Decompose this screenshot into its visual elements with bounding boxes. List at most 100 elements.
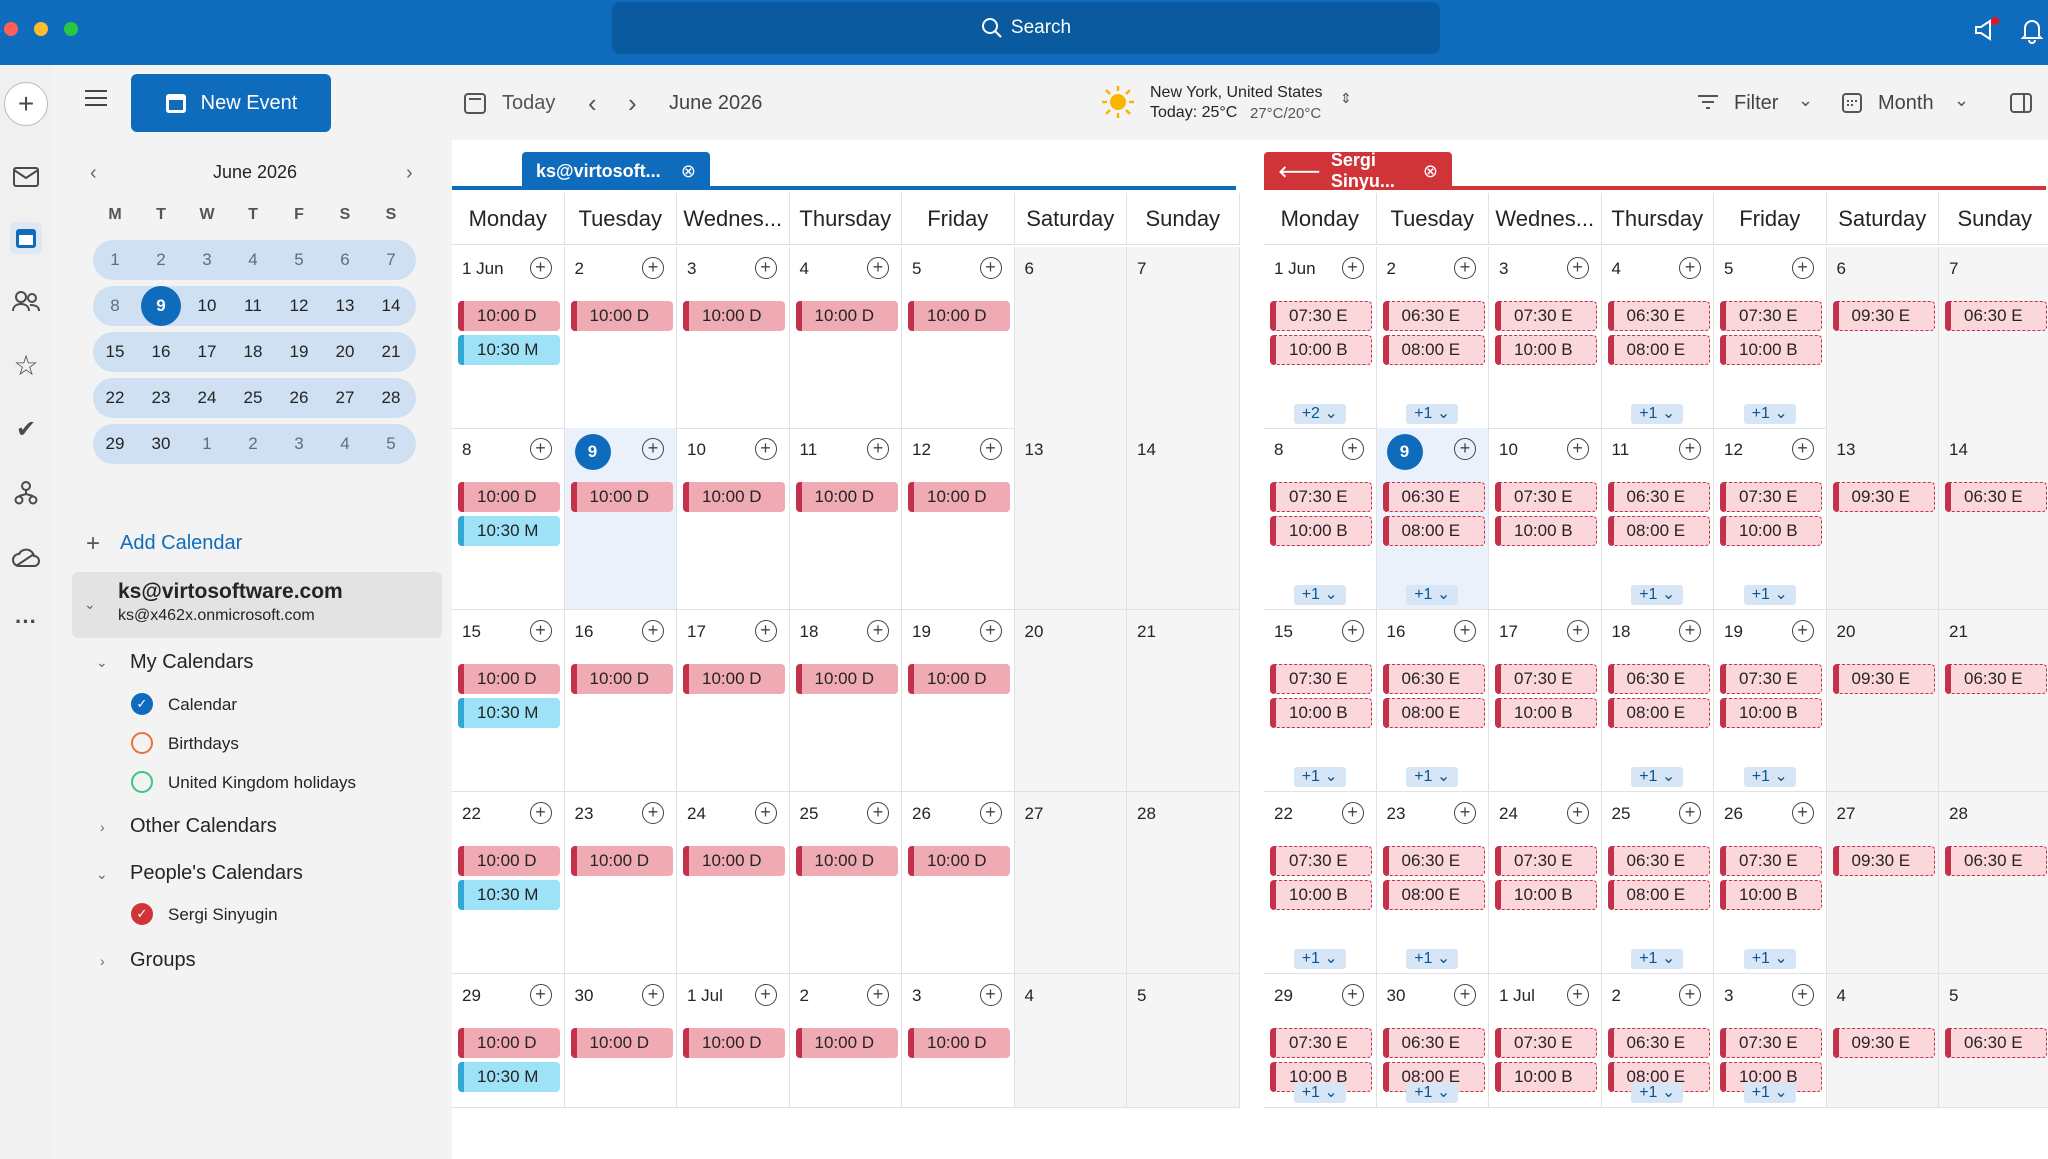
mini-day[interactable]: 27 [325,378,365,418]
add-event-icon[interactable]: + [642,984,664,1006]
day-cell[interactable]: 3 +07:30 E 10:00 B [1489,247,1602,429]
more-events-button[interactable]: +1 ⌄ [1631,403,1684,424]
more-events-button[interactable]: +1 ⌄ [1743,584,1796,605]
day-cell[interactable]: 17 +10:00 D [677,610,790,792]
event-chip[interactable]: 07:30 E [1270,664,1372,694]
day-cell[interactable]: 15 +07:30 E 10:00 B +1 ⌄ [1264,610,1377,792]
add-event-icon[interactable]: + [1566,620,1589,642]
add-event-icon[interactable]: + [1454,257,1476,279]
more-events-button[interactable]: +1 ⌄ [1631,1083,1684,1103]
day-cell[interactable]: 1 Jul +10:00 D [677,974,790,1108]
mini-day[interactable]: 14 [371,286,411,326]
more-events-button[interactable]: +1 ⌄ [1406,403,1459,424]
event-chip[interactable]: 10:00 D [908,482,1010,512]
event-chip[interactable]: 10:00 D [458,301,560,331]
more-events-button[interactable]: +1 ⌄ [1293,1083,1346,1103]
day-cell[interactable]: 7 06:30 E [1939,247,2048,429]
groups-heading[interactable]: Groups [130,949,196,972]
add-event-icon[interactable]: + [1341,438,1364,460]
more-events-button[interactable]: +1 ⌄ [1293,948,1346,969]
event-chip[interactable]: 10:00 B [1270,698,1372,728]
day-cell[interactable]: 18 +06:30 E 08:00 E +1 ⌄ [1601,610,1714,792]
day-cell[interactable]: 23 +10:00 D [564,792,677,974]
day-cell[interactable]: 30 +06:30 E 08:00 E +1 ⌄ [1376,974,1489,1108]
panel-toggle-icon[interactable] [2010,93,2032,118]
more-events-button[interactable]: +1 ⌄ [1743,403,1796,424]
add-event-icon[interactable]: + [754,438,777,460]
add-event-icon[interactable]: + [1566,984,1589,1006]
more-icon[interactable]: ··· [10,606,42,638]
mini-day[interactable]: 3 [279,424,319,464]
view-selector[interactable]: Month [1878,92,1934,115]
day-cell[interactable]: 5 +10:00 D [902,247,1015,429]
add-event-icon[interactable]: + [642,257,664,279]
event-chip[interactable]: 10:00 D [908,846,1010,876]
event-chip[interactable]: 10:00 D [570,301,673,331]
event-chip[interactable]: 06:30 E [1607,482,1710,512]
announcement-icon[interactable] [1972,16,2000,49]
day-cell[interactable]: 24 +07:30 E 10:00 B [1489,792,1602,974]
mini-day[interactable]: 5 [279,240,319,280]
mini-day[interactable]: 22 [95,378,135,418]
event-chip[interactable]: 08:00 E [1607,698,1710,728]
mini-day[interactable]: 12 [279,286,319,326]
day-cell[interactable]: 13 09:30 E [1826,428,1939,610]
hamburger-icon[interactable] [84,88,108,113]
mini-day[interactable]: 17 [187,332,227,372]
day-cell[interactable]: 3 +10:00 D [677,247,790,429]
add-event-icon[interactable]: + [867,984,889,1006]
day-cell[interactable]: 1 Jun +07:30 E 10:00 B +2 ⌄ [1264,247,1377,429]
more-events-button[interactable]: +1 ⌄ [1743,766,1796,787]
event-chip[interactable]: 10:30 M [458,516,560,546]
day-cell[interactable]: 9 +10:00 D [564,428,677,610]
add-event-icon[interactable]: + [979,257,1002,279]
event-chip[interactable]: 10:00 B [1720,335,1822,365]
filter-chevron-icon[interactable]: ⌄ [1798,90,1813,111]
weather-switch-icon[interactable]: ⇕ [1340,90,1352,107]
day-cell[interactable]: 26 +10:00 D [902,792,1015,974]
calendar-checkbox[interactable] [131,771,153,793]
day-cell[interactable]: 27 [1014,792,1127,974]
add-event-icon[interactable]: + [1454,984,1476,1006]
add-event-icon[interactable]: + [529,257,552,279]
people-icon[interactable] [10,285,42,317]
day-cell[interactable]: 12 +07:30 E 10:00 B +1 ⌄ [1714,428,1827,610]
day-cell[interactable]: 2 +10:00 D [789,974,902,1108]
event-chip[interactable]: 10:00 B [1495,698,1597,728]
event-chip[interactable]: 06:30 E [1945,482,2047,512]
event-chip[interactable]: 06:30 E [1607,664,1710,694]
add-event-icon[interactable]: + [867,802,889,824]
event-chip[interactable]: 10:00 B [1270,880,1372,910]
event-chip[interactable]: 06:30 E [1607,301,1710,331]
event-chip[interactable]: 06:30 E [1607,1028,1710,1058]
event-chip[interactable]: 08:00 E [1382,698,1485,728]
mini-day[interactable]: 23 [141,378,181,418]
my-calendars-heading[interactable]: My Calendars [130,651,253,674]
day-cell[interactable]: 2 +06:30 E 08:00 E +1 ⌄ [1601,974,1714,1108]
day-cell[interactable]: 18 +10:00 D [789,610,902,792]
event-chip[interactable]: 08:00 E [1607,335,1710,365]
more-events-button[interactable]: +1 ⌄ [1406,584,1459,605]
add-event-icon[interactable]: + [1791,802,1814,824]
day-cell[interactable]: 6 09:30 E [1826,247,1939,429]
day-cell[interactable]: 23 +06:30 E 08:00 E +1 ⌄ [1376,792,1489,974]
add-event-icon[interactable]: + [754,620,777,642]
event-chip[interactable]: 08:00 E [1382,880,1485,910]
person-tab[interactable]: ks@virtosoft... ⊗ [522,152,710,190]
event-chip[interactable]: 06:30 E [1607,846,1710,876]
event-chip[interactable]: 10:00 D [795,846,898,876]
search-bar[interactable]: Search [612,2,1440,54]
event-chip[interactable]: 10:00 D [458,482,560,512]
day-cell[interactable]: 8 +07:30 E 10:00 B +1 ⌄ [1264,428,1377,610]
mini-day[interactable]: 15 [95,332,135,372]
event-chip[interactable]: 10:00 D [795,664,898,694]
mini-day[interactable]: 4 [325,424,365,464]
day-cell[interactable]: 24 +10:00 D [677,792,790,974]
calendar-checkbox[interactable]: ✓ [131,693,153,715]
event-chip[interactable]: 10:00 B [1495,516,1597,546]
add-event-icon[interactable]: + [1454,802,1476,824]
peoples-calendars-heading[interactable]: People's Calendars [130,862,303,885]
add-event-icon[interactable]: + [529,802,552,824]
event-chip[interactable]: 07:30 E [1720,1028,1822,1058]
event-chip[interactable]: 06:30 E [1945,664,2047,694]
